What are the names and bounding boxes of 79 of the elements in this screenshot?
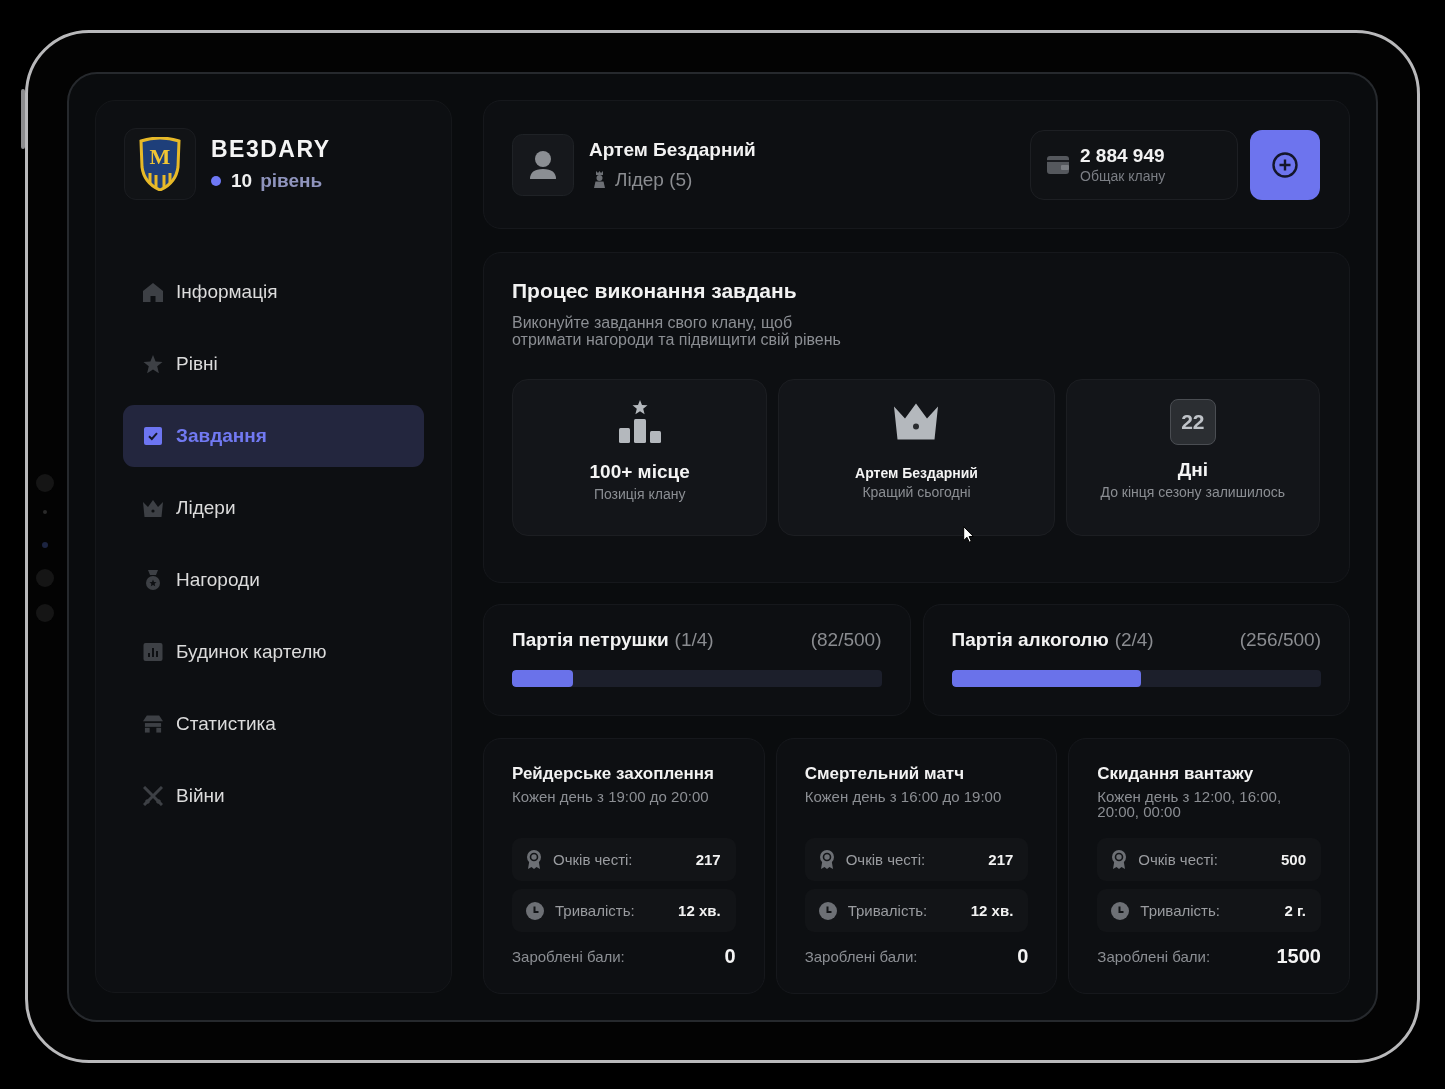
rim-highlight: [21, 89, 25, 149]
avatar-placeholder: [512, 133, 574, 196]
sidebar-item[interactable]: Завдання: [123, 405, 424, 467]
crown-icon: [143, 499, 163, 517]
earned-label: Зароблені бали:: [1097, 948, 1211, 965]
sidebar-item[interactable]: Статистика: [123, 693, 424, 755]
stat-value: 100+ місце: [589, 461, 690, 483]
medal-icon: [526, 850, 542, 869]
info-value: 217: [988, 851, 1014, 868]
info-value: 500: [1280, 851, 1306, 868]
task-schedule: Кожен день з 12:00, 16:00, 20:00, 00:00: [1097, 789, 1283, 819]
add-button[interactable]: [1250, 129, 1320, 200]
sidebar-item[interactable]: Рівні: [123, 333, 424, 395]
mouse-cursor-icon: [963, 526, 974, 543]
building-icon: [143, 715, 163, 733]
stat-value: Дні: [1177, 459, 1208, 481]
section-title: Процес виконання завдань: [512, 279, 798, 304]
earned-value: 1500: [1276, 945, 1321, 968]
sidebar-item[interactable]: Інформація: [123, 261, 424, 323]
stat-value: Артем Бездарний: [855, 465, 978, 481]
info-value: 12 хв.: [970, 902, 1014, 919]
camera-dots-icon: [35, 474, 55, 622]
party-count: (256/500): [1239, 629, 1321, 651]
user-name: Артем Бездарний: [589, 138, 756, 161]
task-title: Скидання вантажу: [1097, 764, 1255, 784]
medal-icon: [818, 850, 835, 869]
task-schedule: Кожен день з 16:00 до 19:00: [804, 789, 1003, 804]
clan-level-number: 10: [231, 170, 253, 192]
medal-icon: [143, 570, 163, 590]
stat-label: Кращий сьогодні: [862, 484, 971, 500]
earned-value: 0: [724, 945, 736, 968]
star-icon: [143, 354, 163, 374]
balance-label: Общак клану: [1080, 168, 1166, 185]
info-label: Очків честі:: [1138, 851, 1218, 868]
party-name: Партія петрушки: [512, 629, 669, 651]
home-icon: [143, 282, 163, 302]
info-label: Тривалість:: [847, 902, 928, 919]
earned-label: Зароблені бали:: [804, 948, 918, 965]
info-value: 12 хв.: [678, 902, 721, 919]
shield-logo: M: [138, 137, 182, 191]
clock-icon: [1111, 901, 1130, 920]
earned-label: Зароблені бали:: [512, 948, 625, 965]
stat-label: До кінця сезону залишилось: [1100, 484, 1286, 500]
clock-icon: [526, 901, 544, 920]
info-label: Очків честі:: [845, 851, 926, 868]
clan-name: BE3DARY: [211, 136, 331, 163]
figure-icon: [593, 171, 606, 189]
checkbox-icon: [143, 427, 163, 445]
user-role: Лідер (5): [615, 168, 693, 191]
wallet-icon: [1047, 155, 1069, 174]
info-value: 217: [695, 851, 721, 868]
party-stage: (2/4): [1114, 629, 1154, 651]
party-stage: (1/4): [674, 629, 714, 651]
balance-amount: 2 884 949: [1080, 145, 1166, 168]
medal-icon: [1111, 850, 1128, 869]
clock-icon: [818, 901, 837, 920]
level-dot-icon: [211, 176, 221, 186]
clan-level-label: рівень: [260, 170, 323, 192]
days-counter: 22: [1169, 399, 1216, 445]
stat-label: Позиція клану: [593, 486, 686, 502]
task-title: Рейдерське захоплення: [512, 764, 715, 784]
info-value: 2 г.: [1284, 902, 1306, 919]
info-label: Тривалість:: [1140, 902, 1220, 919]
sidebar-item[interactable]: Лідери: [123, 477, 424, 539]
party-count: (82/500): [810, 629, 882, 651]
section-description: Виконуйте завдання свого клану, щоб отримати нагороди та підвищити свій рівень: [512, 315, 842, 349]
info-label: Тривалість:: [555, 902, 635, 919]
sidebar-item[interactable]: Війни: [123, 765, 424, 827]
info-label: Очків честі:: [553, 851, 633, 868]
bar-chart-icon: [143, 643, 163, 661]
party-name: Партія алкоголю: [951, 629, 1109, 651]
earned-value: 0: [1017, 945, 1029, 968]
sidebar-item[interactable]: Нагороди: [123, 549, 424, 611]
podium-icon: [618, 400, 661, 443]
task-title: Смертельний матч: [804, 764, 966, 784]
plus-circle-icon: [1272, 151, 1298, 178]
crossed-swords-icon: [143, 786, 163, 806]
task-schedule: Кожен день з 19:00 до 20:00: [512, 789, 710, 804]
sidebar-item[interactable]: Будинок картелю: [123, 621, 424, 683]
